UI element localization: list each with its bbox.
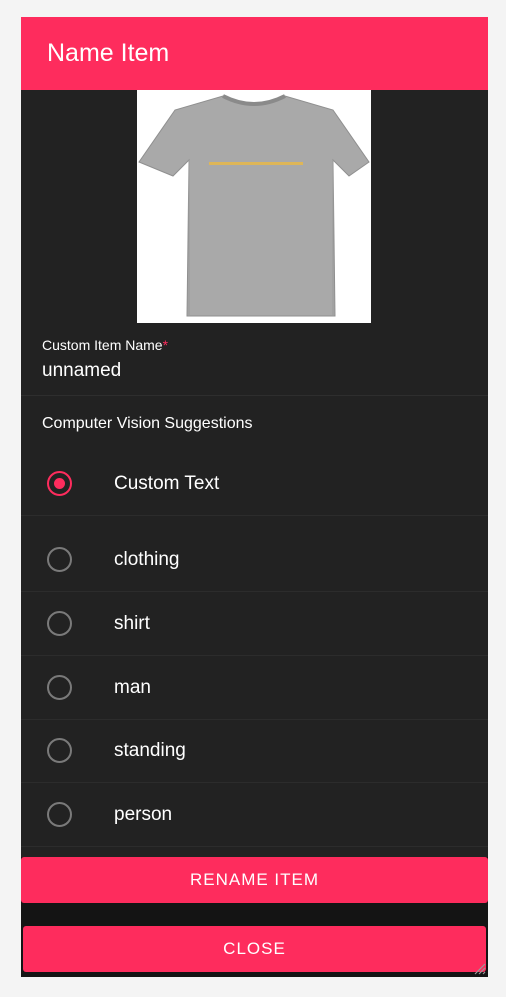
- radio-unchecked-icon[interactable]: [47, 611, 72, 636]
- suggestion-option[interactable]: man: [21, 657, 488, 720]
- suggestion-option-label: standing: [114, 740, 186, 761]
- suggestion-option-label: Custom Text: [114, 473, 220, 494]
- suggestion-option[interactable]: standing: [21, 720, 488, 783]
- field-divider: [21, 395, 488, 396]
- radio-checked-icon[interactable]: [47, 471, 72, 496]
- suggestion-option[interactable]: person: [21, 784, 488, 847]
- radio-unchecked-icon[interactable]: [47, 802, 72, 827]
- custom-item-name-input[interactable]: unnamed: [42, 360, 121, 382]
- suggestion-option-label: man: [114, 677, 151, 698]
- rename-item-button[interactable]: RENAME ITEM: [21, 857, 488, 903]
- resize-handle-icon[interactable]: [472, 961, 486, 975]
- tshirt-image-icon: [138, 94, 370, 317]
- radio-unchecked-icon[interactable]: [47, 675, 72, 700]
- suggestion-option-label: shirt: [114, 613, 150, 634]
- suggestion-option[interactable]: Custom Text: [21, 453, 488, 516]
- suggestions-title: Computer Vision Suggestions: [42, 415, 253, 432]
- required-marker: *: [162, 337, 169, 353]
- dialog-title: Name Item: [21, 17, 488, 90]
- suggestion-option[interactable]: clothing: [21, 529, 488, 592]
- radio-unchecked-icon[interactable]: [47, 738, 72, 763]
- name-item-dialog: Name Item Custom Item Name* unnamed Comp…: [21, 17, 488, 977]
- custom-item-name-label: Custom Item Name*: [42, 337, 168, 353]
- suggestion-option-label: clothing: [114, 549, 180, 570]
- suggestion-option[interactable]: shirt: [21, 593, 488, 656]
- radio-unchecked-icon[interactable]: [47, 547, 72, 572]
- close-button[interactable]: CLOSE: [23, 926, 486, 972]
- suggestion-option-label: person: [114, 804, 173, 825]
- item-image: [137, 90, 371, 323]
- custom-item-name-text: Custom Item Name: [42, 337, 163, 353]
